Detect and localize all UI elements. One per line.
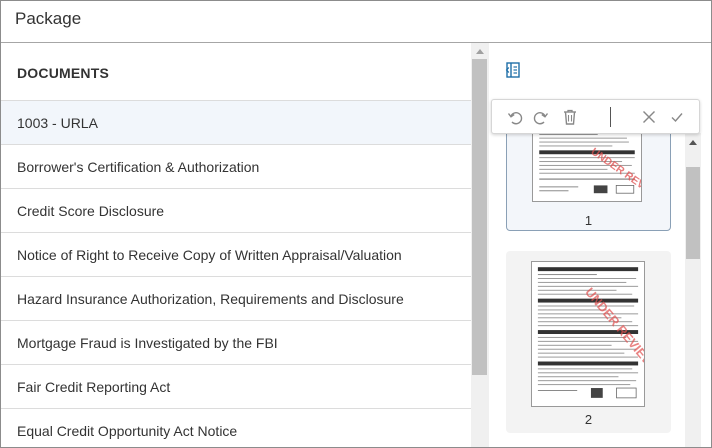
thumbnails-scrollbar[interactable]: [685, 133, 701, 447]
scrollbar-thumb[interactable]: [686, 167, 700, 259]
document-item[interactable]: Borrower's Certification & Authorization: [1, 145, 471, 189]
close-icon[interactable]: [640, 108, 658, 126]
document-item[interactable]: Notice of Right to Receive Copy of Writt…: [1, 233, 471, 277]
toggle-panel-icon[interactable]: [503, 61, 521, 79]
page-preview: UNDER REVIEW: [532, 133, 642, 202]
document-item-label: Fair Credit Reporting Act: [17, 379, 171, 395]
document-item[interactable]: 1003 - URLA: [1, 101, 471, 145]
scroll-up-arrow-icon[interactable]: [476, 49, 484, 54]
document-item[interactable]: Fair Credit Reporting Act: [1, 365, 471, 409]
document-list: 1003 - URLA Borrower's Certification & A…: [1, 101, 471, 447]
scroll-up-arrow-icon[interactable]: [689, 140, 697, 145]
toolbar-divider: [610, 107, 611, 127]
undo-icon[interactable]: [506, 108, 524, 126]
document-item-label: Mortgage Fraud is Investigated by the FB…: [17, 335, 278, 351]
document-item-label: Equal Credit Opportunity Act Notice: [17, 423, 238, 439]
page-stamp: UNDER REVIEW: [582, 285, 645, 371]
page-thumbnails: UNDER REVIEW 1 UNDER REVIEW 2: [489, 133, 685, 447]
document-item-label: Hazard Insurance Authorization, Requirem…: [17, 291, 404, 307]
trash-icon[interactable]: [561, 108, 579, 126]
page-number: 1: [584, 213, 593, 228]
document-item-label: Credit Score Disclosure: [17, 203, 165, 219]
page-title: Package: [15, 9, 82, 28]
redo-icon[interactable]: [532, 108, 550, 126]
document-item[interactable]: Credit Score Disclosure: [1, 189, 471, 233]
document-item-label: Notice of Right to Receive Copy of Writt…: [17, 247, 402, 263]
page-preview: UNDER REVIEW: [531, 261, 645, 407]
document-item[interactable]: Hazard Insurance Authorization, Requirem…: [1, 277, 471, 321]
page-thumbnail[interactable]: UNDER REVIEW 2: [506, 251, 671, 433]
package-header: Package: [1, 1, 711, 43]
page-thumbnail[interactable]: UNDER REVIEW 1: [506, 133, 671, 231]
document-item[interactable]: Equal Credit Opportunity Act Notice: [1, 409, 471, 447]
document-item[interactable]: Mortgage Fraud is Investigated by the FB…: [1, 321, 471, 365]
page-toolbar: [491, 99, 700, 134]
documents-panel: DOCUMENTS 1003 - URLA Borrower's Certifi…: [1, 43, 471, 447]
document-item-label: Borrower's Certification & Authorization: [17, 159, 260, 175]
package-window: Package DOCUMENTS 1003 - URLA Borrower's…: [0, 0, 712, 448]
check-icon[interactable]: [668, 108, 686, 126]
documents-heading: DOCUMENTS: [1, 43, 471, 101]
documents-scrollbar[interactable]: [471, 43, 489, 447]
document-item-label: 1003 - URLA: [17, 115, 98, 131]
page-number: 2: [584, 412, 593, 427]
scrollbar-thumb[interactable]: [472, 59, 487, 375]
documents-heading-label: DOCUMENTS: [17, 65, 110, 81]
